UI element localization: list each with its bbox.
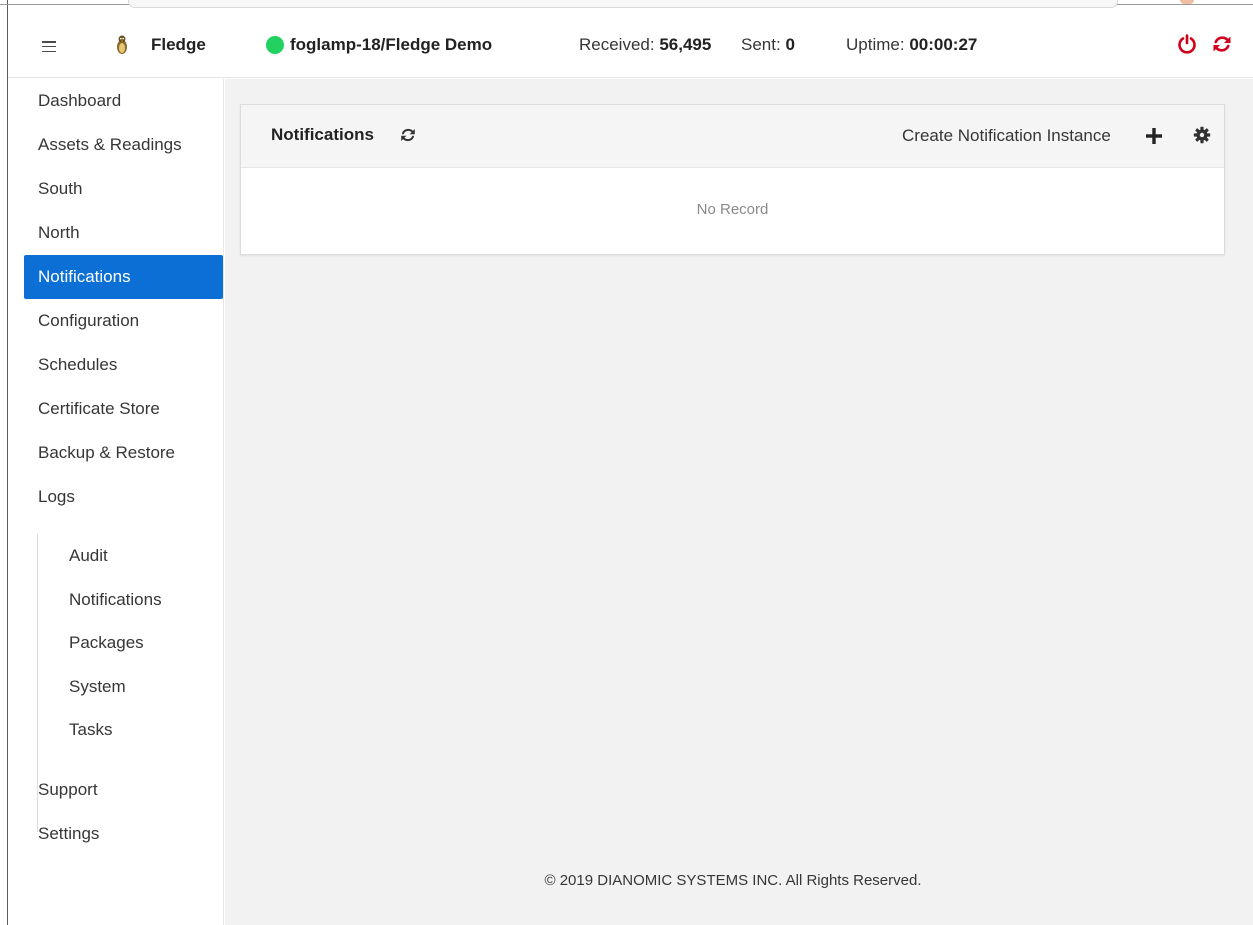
empty-state-text: No Record [696,201,769,218]
sidebar-item-assets-readings[interactable]: Assets & Readings [24,123,223,167]
logs-item-tasks[interactable]: Tasks [69,708,112,752]
logs-item-notifications[interactable]: Notifications [69,578,162,622]
service-name: foglamp-18/Fledge Demo [290,35,493,54]
sent-label: Sent: [741,35,781,54]
logs-item-packages[interactable]: Packages [69,621,144,665]
gear-icon[interactable] [1193,126,1211,144]
sidebar-item-settings[interactable]: Settings [24,812,223,856]
browser-address-bar-edge [128,0,1118,8]
received-label: Received: [579,35,655,54]
uptime-value: 00:00:27 [909,35,978,54]
sidebar-item-configuration[interactable]: Configuration [24,299,223,343]
sidebar: Dashboard Assets & Readings South North … [8,79,224,925]
restart-sync-icon[interactable] [1211,33,1233,55]
create-notification-instance-button[interactable]: Create Notification Instance [902,126,1111,146]
footer-copyright: © 2019 DIANOMIC SYSTEMS INC. All Rights … [544,872,922,889]
sidebar-item-north[interactable]: North [24,211,223,255]
notifications-card: Notifications Create Notification Instan… [240,104,1225,255]
sidebar-item-logs[interactable]: Logs [24,475,223,519]
top-navbar: Fledge foglamp-18/Fledge Demo Received: … [8,12,1253,78]
sidebar-item-backup-restore[interactable]: Backup & Restore [24,431,223,475]
service-status-indicator [266,36,284,54]
browser-avatar-edge [1180,0,1194,4]
hamburger-menu-icon[interactable] [42,41,56,53]
logs-item-audit[interactable]: Audit [69,534,108,578]
uptime-label: Uptime: [846,35,905,54]
power-icon[interactable] [1176,33,1198,55]
brand-name[interactable]: Fledge [151,35,206,55]
page-title: Notifications [271,125,374,144]
refresh-icon[interactable] [399,126,417,144]
card-header: Notifications Create Notification Instan… [241,105,1224,168]
app-window: Fledge foglamp-18/Fledge Demo Received: … [0,0,1253,925]
uptime-stat: Uptime: 00:00:27 [846,35,977,55]
sidebar-item-certificate-store[interactable]: Certificate Store [24,387,223,431]
sent-value: 0 [785,35,795,54]
plus-icon[interactable] [1144,126,1164,146]
sidebar-item-south[interactable]: South [24,167,223,211]
received-value: 56,495 [659,35,712,54]
sidebar-item-dashboard[interactable]: Dashboard [24,79,223,123]
main-content: Notifications Create Notification Instan… [225,79,1253,925]
sent-stat: Sent: 0 [741,35,795,55]
logs-item-system[interactable]: System [69,665,126,709]
sidebar-item-schedules[interactable]: Schedules [24,343,223,387]
fledge-logo-icon [117,35,127,54]
sidebar-item-notifications[interactable]: Notifications [24,255,223,299]
sidebar-item-support[interactable]: Support [24,768,223,812]
received-stat: Received: 56,495 [579,35,711,55]
